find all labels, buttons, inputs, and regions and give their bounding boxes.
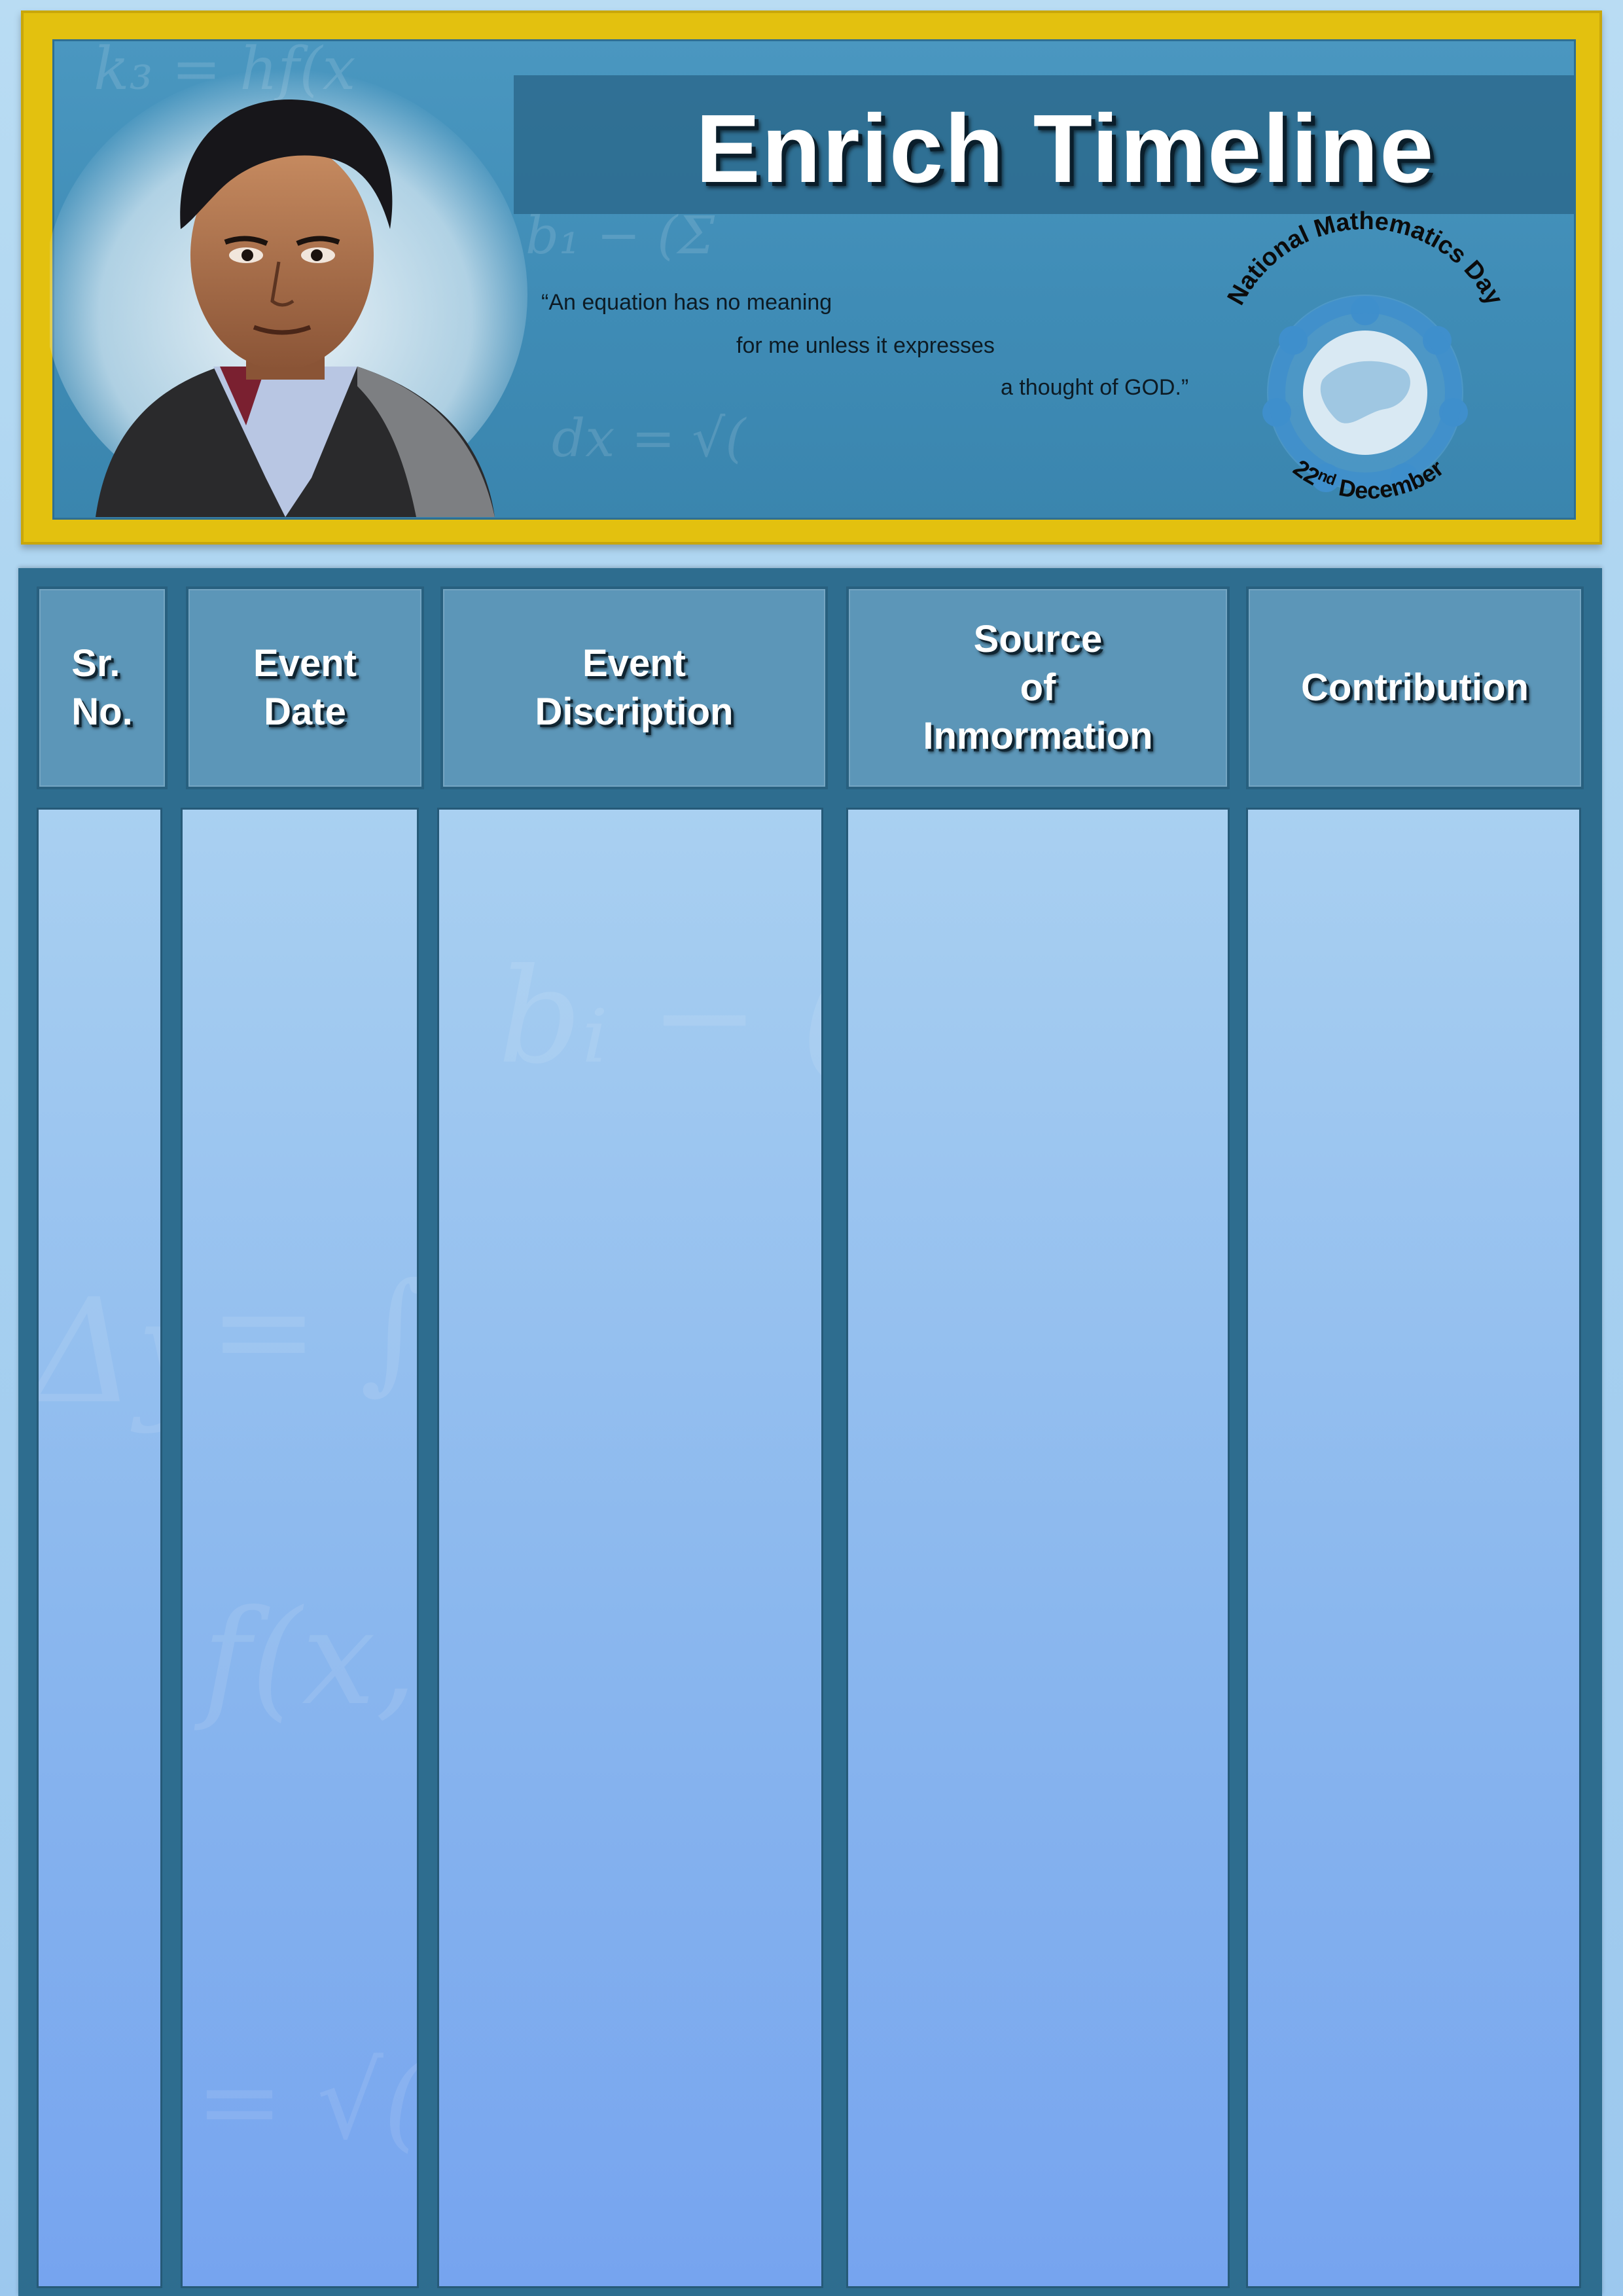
background-formula: dx = √( <box>552 408 746 469</box>
national-mathematics-day-badge: National Mathematics Day 22nd December <box>1222 207 1508 504</box>
background-formula: = ∫ <box>209 1255 419 1407</box>
background-formula: Δy <box>37 1268 160 1435</box>
column-sr-no-cell[interactable]: Δy <box>37 808 162 2288</box>
header-sr-no: Sr. No. <box>37 586 168 789</box>
background-formula: bᵢ − (Σ <box>498 941 821 1093</box>
header-event-date: Event Date <box>186 586 424 789</box>
header-label: Contribution <box>1301 666 1529 709</box>
header-label: Event Date <box>253 642 357 733</box>
background-formula: f(x, <box>202 1582 418 1734</box>
header-label: Sr. No. <box>71 642 133 733</box>
header-source-of-information: Source of Inmormation <box>846 586 1230 789</box>
timeline-table: Sr. No. Event Date Event Discription Sou… <box>18 568 1602 2296</box>
header-event-description: Event Discription <box>440 586 828 789</box>
column-event-description-cell[interactable]: bᵢ − (Σ <box>437 808 823 2288</box>
quote-line-1: “An equation has no meaning <box>541 290 832 315</box>
column-event-date-cell[interactable]: = ∫ f(x, = √( <box>181 808 419 2288</box>
quote-line-3: a thought of GOD.” <box>1001 375 1189 400</box>
portrait-illustration <box>50 69 527 517</box>
quote-line-2: for me unless it expresses <box>736 333 995 358</box>
column-source-of-information-cell[interactable] <box>846 808 1230 2288</box>
banner-frame: k₃ = hf(x b₁ − (Σ dx = √( Enrich Timelin… <box>21 10 1602 545</box>
header-label: Source of Inmormation <box>923 618 1153 757</box>
badge-arc-text: National Mathematics Day <box>1222 207 1508 310</box>
header-label: Event Discription <box>535 642 734 733</box>
header-contribution: Contribution <box>1246 586 1584 789</box>
background-formula: = √( <box>196 2040 419 2162</box>
column-contribution-cell[interactable] <box>1246 808 1581 2288</box>
